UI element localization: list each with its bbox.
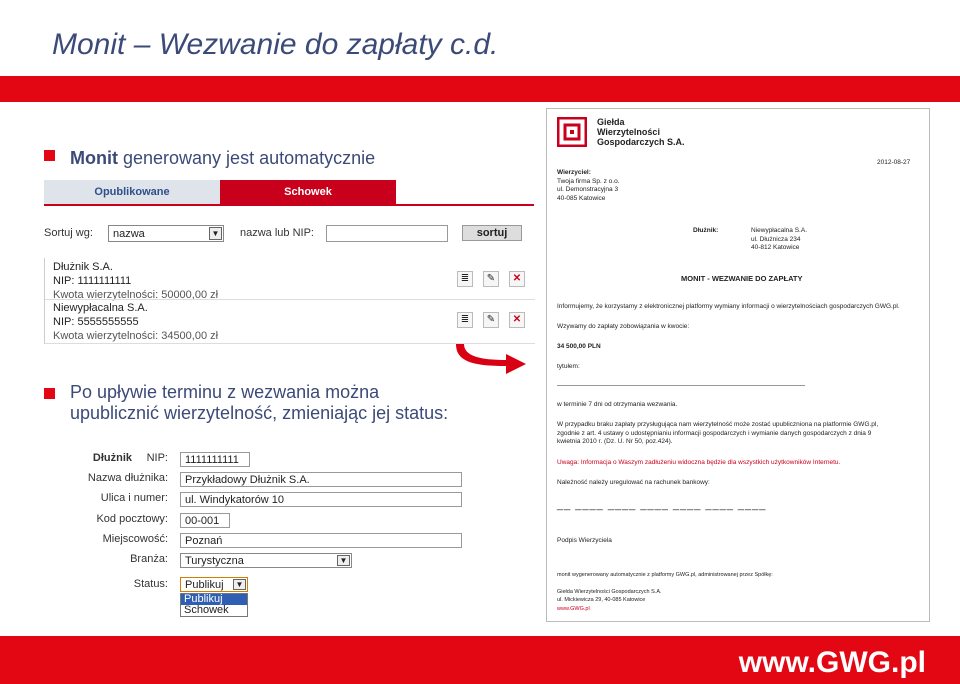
- tab-opublikowane[interactable]: Opublikowane: [44, 180, 220, 204]
- doc-paragraph: w terminie 7 dni od otrzymania wezwania.: [557, 401, 678, 408]
- doc-footer-line: ul. Mickiewicza 29, 40-085 Katowice: [557, 597, 646, 603]
- industry-select-value: Turystyczna: [185, 555, 244, 567]
- zip-label: Kod pocztowy:: [96, 513, 168, 525]
- status-label: Status:: [133, 578, 168, 590]
- zip-field[interactable]: 00-001: [180, 513, 230, 528]
- delete-icon[interactable]: ✕: [509, 271, 525, 287]
- doc-date: 2012-08-27: [877, 159, 911, 166]
- doc-line: zgodnie z art. 4 ustawy o udostępnianiu …: [557, 429, 872, 437]
- industry-select[interactable]: Turystyczna ▼: [180, 553, 352, 568]
- logo-line: Wierzytelności: [597, 127, 660, 137]
- doc-paragraph: Wzywamy do zapłaty zobowiązania w kwocie…: [557, 323, 690, 330]
- debtor-name: Dłużnik S.A.: [53, 261, 113, 273]
- status-select-value: Publikuj: [185, 579, 224, 591]
- doc-warning: Uwaga: Informacja o Waszym zadłużeniu wi…: [557, 459, 841, 466]
- chevron-down-icon: ▼: [233, 579, 246, 590]
- industry-label: Branża:: [130, 553, 168, 565]
- edit-icon[interactable]: ✎: [483, 271, 499, 287]
- chevron-down-icon: ▼: [337, 555, 350, 566]
- doc-heading: MONIT - WEZWANIE DO ZAPŁATY: [681, 274, 803, 283]
- city-field[interactable]: Poznań: [180, 533, 462, 548]
- bullet-text-1: Monit generowany jest automatycznie: [70, 148, 375, 169]
- edit-icon[interactable]: ✎: [483, 312, 499, 328]
- street-field[interactable]: ul. Windykatorów 10: [180, 492, 462, 507]
- doc-amount: 34 500,00 PLN: [557, 343, 601, 350]
- list-item: Niewypłacalna S.A. NIP: 5555555555 Kwota…: [53, 301, 218, 343]
- doc-paragraph: Należność należy uregulować na rachunek …: [557, 479, 710, 486]
- bullet-line: Po upływie terminu z wezwania można: [70, 382, 380, 402]
- sort-select[interactable]: nazwa ▼: [108, 225, 224, 242]
- bullet-text-2: Po upływie terminu z wezwania można upub…: [70, 382, 448, 424]
- account-number: __ ____ ____ ____ ____ ____ ____: [557, 499, 767, 511]
- doc-line: kwietnia 2010 r. (Dz. U. Nr 50, poz.424)…: [557, 438, 673, 445]
- sort-select-value: nazwa: [113, 228, 145, 240]
- bullet-icon: [44, 150, 55, 161]
- doc-footer-link: www.GWG.pl: [557, 605, 590, 612]
- bullet-rest: generowany jest automatycznie: [117, 148, 376, 168]
- bullet-icon: [44, 388, 55, 399]
- divider: [45, 299, 535, 300]
- city-label: Miejscowość:: [102, 533, 168, 545]
- nip-field[interactable]: 1111111111: [180, 452, 250, 467]
- red-arrow-icon: [456, 344, 526, 374]
- sort-label: Sortuj wg:: [44, 227, 93, 239]
- debtor-name-field[interactable]: Przykładowy Dłużnik S.A.: [180, 472, 462, 487]
- debtor-line: ul. Dłużnicza 234: [751, 235, 801, 243]
- tab-schowek[interactable]: Schowek: [220, 180, 396, 204]
- nip-label: NIP:: [146, 452, 168, 464]
- status-select[interactable]: Publikuj ▼: [180, 577, 248, 592]
- monit-document: Giełda Wierzytelności Gospodarczych S.A.…: [546, 108, 930, 622]
- debtor-label: Dłużnik:: [693, 227, 719, 234]
- document-icon[interactable]: ≣: [457, 312, 473, 328]
- doc-footer: monit wygenerowany automatycznie z platf…: [557, 571, 773, 613]
- logo-line: Gospodarczych S.A.: [597, 137, 685, 147]
- delete-icon[interactable]: ✕: [509, 312, 525, 328]
- creditor-line: ul. Demonstracyjna 3: [557, 186, 619, 193]
- logo-text: Giełda Wierzytelności Gospodarczych S.A.: [597, 117, 685, 147]
- doc-footer-line: Giełda Wierzytelności Gospodarczych S.A.: [557, 588, 662, 595]
- gwg-logo-icon: [557, 117, 587, 147]
- debtor-amount: Kwota wierzytelności: 34500,00 zł: [53, 330, 219, 342]
- footer-url[interactable]: www.GWG.pl: [739, 646, 926, 680]
- nip-search-input[interactable]: [326, 225, 448, 242]
- tab-underline: [44, 204, 534, 206]
- chevron-down-icon: ▼: [209, 227, 222, 240]
- debtor-line: 40-812 Katowice: [751, 244, 800, 251]
- doc-paragraph-block: W przypadku braku zapłaty przysługująca …: [557, 421, 878, 447]
- doc-paragraph: Informujemy, że korzystamy z elektronicz…: [557, 303, 900, 310]
- doc-footer-line: monit wygenerowany automatycznie z platf…: [557, 572, 773, 578]
- debtor-nip: NIP: 1111111111: [53, 275, 132, 287]
- creditor-line: 40-085 Katowice: [557, 194, 606, 202]
- name-label: Nazwa dłużnika:: [87, 472, 168, 484]
- bullet-bold: Monit: [70, 148, 118, 168]
- doc-line: W przypadku braku zapłaty przysługująca …: [557, 421, 879, 428]
- status-option-schowek[interactable]: Schowek: [181, 605, 247, 616]
- tab-bar: Opublikowane Schowek: [44, 180, 396, 204]
- street-label: Ulica i numer:: [100, 492, 168, 504]
- doc-title-label: tytułem:: [557, 363, 580, 370]
- slide-title: Monit – Wezwanie do zapłaty c.d.: [52, 28, 499, 61]
- creditor-line: Twoja firma Sp. z o.o.: [557, 177, 620, 185]
- list-item: Dłużnik S.A. NIP: 1111111111 Kwota wierz…: [53, 260, 218, 302]
- document-icon[interactable]: ≣: [457, 271, 473, 287]
- creditor-label: Wierzyciel:: [557, 169, 591, 176]
- debtor-list: Dłużnik S.A. NIP: 1111111111 Kwota wierz…: [44, 258, 535, 344]
- nip-search-label: nazwa lub NIP:: [240, 227, 314, 239]
- debtor-nip: NIP: 5555555555: [53, 316, 139, 328]
- doc-signature: Podpis Wierzyciela: [557, 537, 612, 544]
- logo-line: Giełda: [597, 117, 625, 127]
- status-dropdown: Publikuj Schowek: [180, 593, 248, 617]
- title-line: [557, 385, 805, 386]
- debtor-block: Niewypłacalna S.A. ul. Dłużnicza 234 40-…: [751, 227, 807, 253]
- top-red-bar: [0, 76, 960, 102]
- debtor-name: Niewypłacalna S.A.: [53, 302, 148, 314]
- creditor-block: Wierzyciel: Twoja firma Sp. z o.o. ul. D…: [557, 169, 620, 203]
- debtor-line: Niewypłacalna S.A.: [751, 227, 807, 234]
- bullet-line: upublicznić wierzytelność, zmieniając je…: [70, 403, 449, 423]
- sort-button[interactable]: sortuj: [462, 225, 522, 241]
